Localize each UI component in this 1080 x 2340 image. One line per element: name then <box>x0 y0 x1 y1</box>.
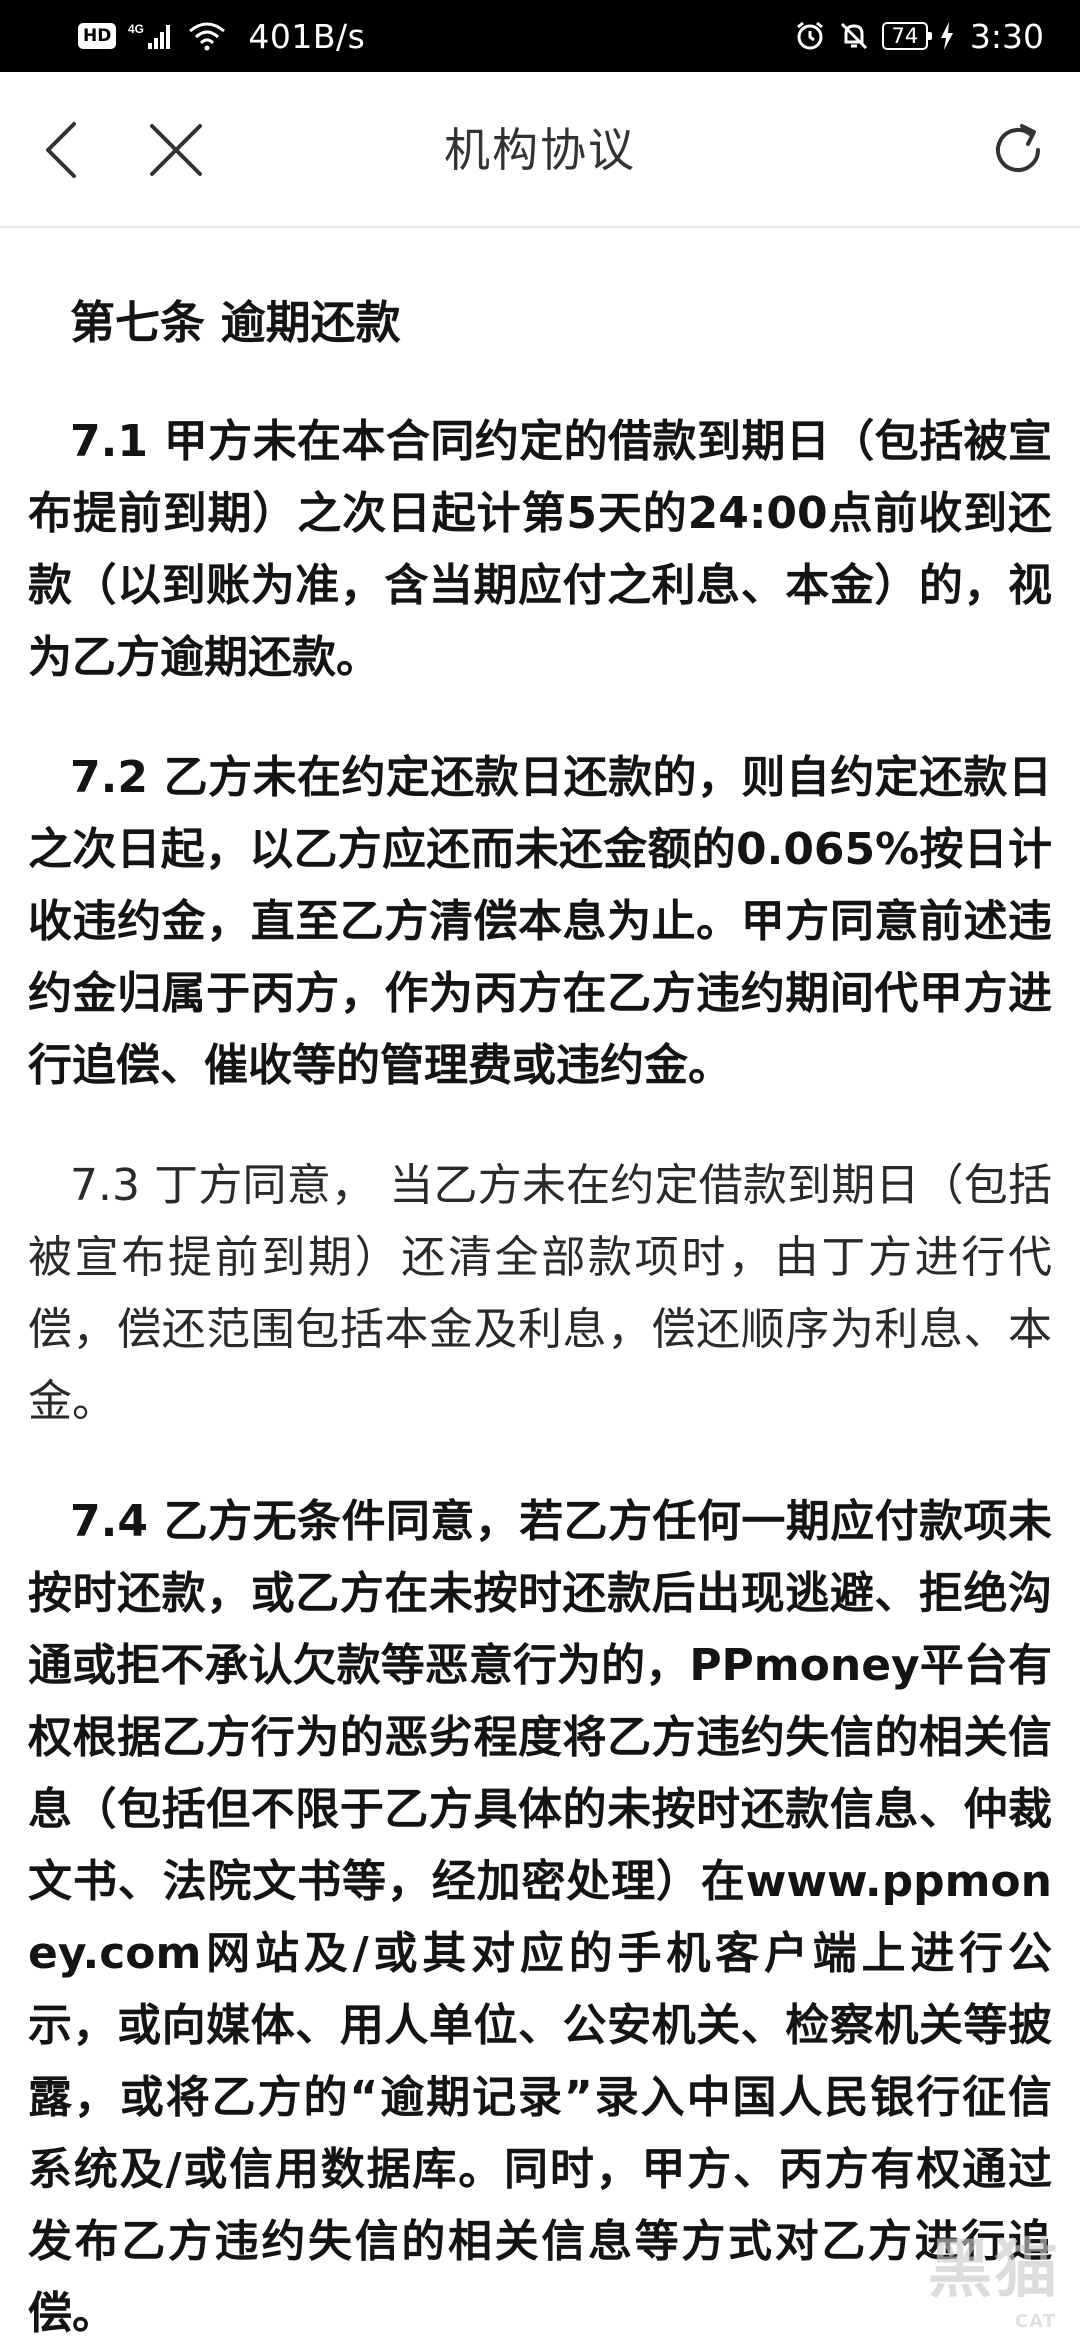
hd-badge: HD <box>78 23 117 49</box>
clock: 3:30 <box>969 16 1044 56</box>
clause-7-3: 7.3 丁方同意， 当乙方未在约定借款到期日（包括被宣布提前到期）还清全部款项时… <box>28 1160 1052 1427</box>
status-right: 74 3:30 <box>794 17 1044 56</box>
signal-icon: 4G <box>128 21 176 51</box>
net-speed: 401B/s <box>248 16 366 56</box>
status-left: HD 4G 401B/s <box>78 17 365 56</box>
refresh-icon <box>996 124 1040 172</box>
watermark-text: 黑猫 <box>928 2233 1060 2307</box>
section-heading: 第七条 逾期还款 <box>70 296 401 349</box>
watermark-logo: 黑猫 CAT <box>840 2190 1080 2340</box>
agreement-content[interactable]: 第七条 逾期还款 7.1 甲方未在本合同约定的借款到期日（包括被宣布提前到期）之… <box>0 228 1080 2340</box>
refresh-button[interactable] <box>980 112 1056 188</box>
bolt-icon <box>940 22 954 50</box>
page-title: 机构协议 <box>444 123 636 177</box>
clause-7-1: 7.1 甲方未在本合同约定的借款到期日（包括被宣布提前到期）之次日起计第5天的2… <box>28 416 1052 683</box>
wifi-icon <box>188 21 226 51</box>
clause-7-2: 7.2 乙方未在约定还款日还款的，则自约定还款日之次日起，以乙方应还而未还金额的… <box>28 752 1052 1091</box>
status-bar: HD 4G 401B/s 74 3:30 <box>0 0 1080 72</box>
alarm-icon <box>794 20 826 52</box>
app-header: 机构协议 <box>0 72 1080 228</box>
battery-indicator: 74 <box>881 22 932 50</box>
svg-text:4G: 4G <box>128 22 144 36</box>
mute-icon <box>838 20 870 52</box>
watermark-sub: CAT <box>1014 2311 1056 2332</box>
